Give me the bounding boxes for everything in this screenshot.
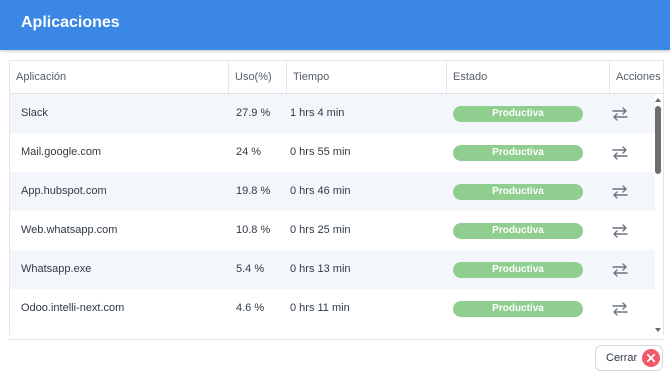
cell-application: Whatsapp.exe	[21, 263, 92, 275]
dialog-title: Aplicaciones	[21, 14, 120, 31]
cell-time: 0 hrs 13 min	[290, 263, 351, 275]
status-badge: Productiva	[453, 262, 583, 278]
status-badge: Productiva	[453, 223, 583, 239]
cell-usage: 19.8 %	[236, 185, 271, 197]
footer-divider	[9, 339, 664, 340]
table-row: Mail.google.com 24 % 0 hrs 55 min Productiv…	[10, 133, 655, 172]
swap-arrows-icon[interactable]	[611, 145, 629, 161]
status-badge: Productiva	[453, 106, 583, 122]
cell-application: Slack	[21, 107, 48, 119]
cell-application: Mail.google.com	[21, 146, 102, 158]
table-row: Web.whatsapp.com 10.8 % 0 hrs 25 min Produc…	[10, 211, 655, 250]
table-row: Slack 27.9 % 1 hrs 4 min Productiva	[10, 94, 655, 133]
cell-application: Web.whatsapp.com	[21, 224, 118, 236]
cell-time: 0 hrs 11 min	[290, 302, 350, 314]
cell-application: App.hubspot.com	[21, 185, 107, 197]
cell-usage: 4.6 %	[236, 302, 265, 314]
cell-usage: 27.9 %	[236, 107, 271, 119]
table-row: App.hubspot.com 19.8 % 0 hrs 46 min Product…	[10, 172, 655, 211]
column-header-status[interactable]: Estado	[447, 61, 610, 93]
close-button[interactable]: Cerrar	[595, 345, 663, 371]
cell-usage: 10.8 %	[236, 224, 271, 236]
swap-arrows-icon[interactable]	[611, 262, 629, 278]
cell-time: 0 hrs 25 min	[290, 224, 351, 236]
column-header-usage[interactable]: Uso(%)	[229, 61, 287, 93]
status-badge: Productiva	[453, 145, 583, 161]
close-button-label: Cerrar	[606, 352, 638, 364]
table-body: Slack 27.9 % 1 hrs 4 min Productiva Mail.goo…	[10, 94, 655, 335]
applications-table: Aplicación Uso(%) Tiempo Estado Acciones…	[9, 60, 664, 335]
table-row: Odoo.intelli-next.com 4.6 % 0 hrs 11 min Pr…	[10, 289, 655, 328]
table-row: Whatsapp.exe 5.4 % 0 hrs 13 min Productiva	[10, 250, 655, 289]
swap-arrows-icon[interactable]	[611, 223, 629, 239]
swap-arrows-icon[interactable]	[611, 184, 629, 200]
cell-time: 1 hrs 4 min	[290, 107, 345, 119]
cell-time: 0 hrs 55 min	[290, 146, 351, 158]
swap-arrows-icon[interactable]	[611, 106, 629, 122]
cell-usage: 5.4 %	[236, 263, 265, 275]
column-header-actions: Acciones	[616, 71, 661, 83]
swap-arrows-icon[interactable]	[611, 301, 629, 317]
scroll-down-arrow-icon[interactable]	[655, 328, 661, 332]
table-scrollbar[interactable]	[654, 96, 662, 334]
cell-time: 0 hrs 46 min	[290, 185, 351, 197]
dialog-header: Aplicaciones	[0, 0, 670, 50]
column-header-application[interactable]: Aplicación	[10, 61, 229, 93]
status-badge: Productiva	[453, 184, 583, 200]
scrollbar-thumb[interactable]	[655, 106, 661, 174]
status-badge: Productiva	[453, 301, 583, 317]
column-header-time[interactable]: Tiempo	[287, 61, 447, 93]
scroll-up-arrow-icon[interactable]	[655, 98, 661, 102]
cell-usage: 24 %	[236, 146, 262, 158]
close-circle-icon	[642, 349, 660, 367]
table-header: Aplicación Uso(%) Tiempo Estado Acciones	[10, 61, 663, 94]
cell-application: Odoo.intelli-next.com	[21, 302, 125, 314]
